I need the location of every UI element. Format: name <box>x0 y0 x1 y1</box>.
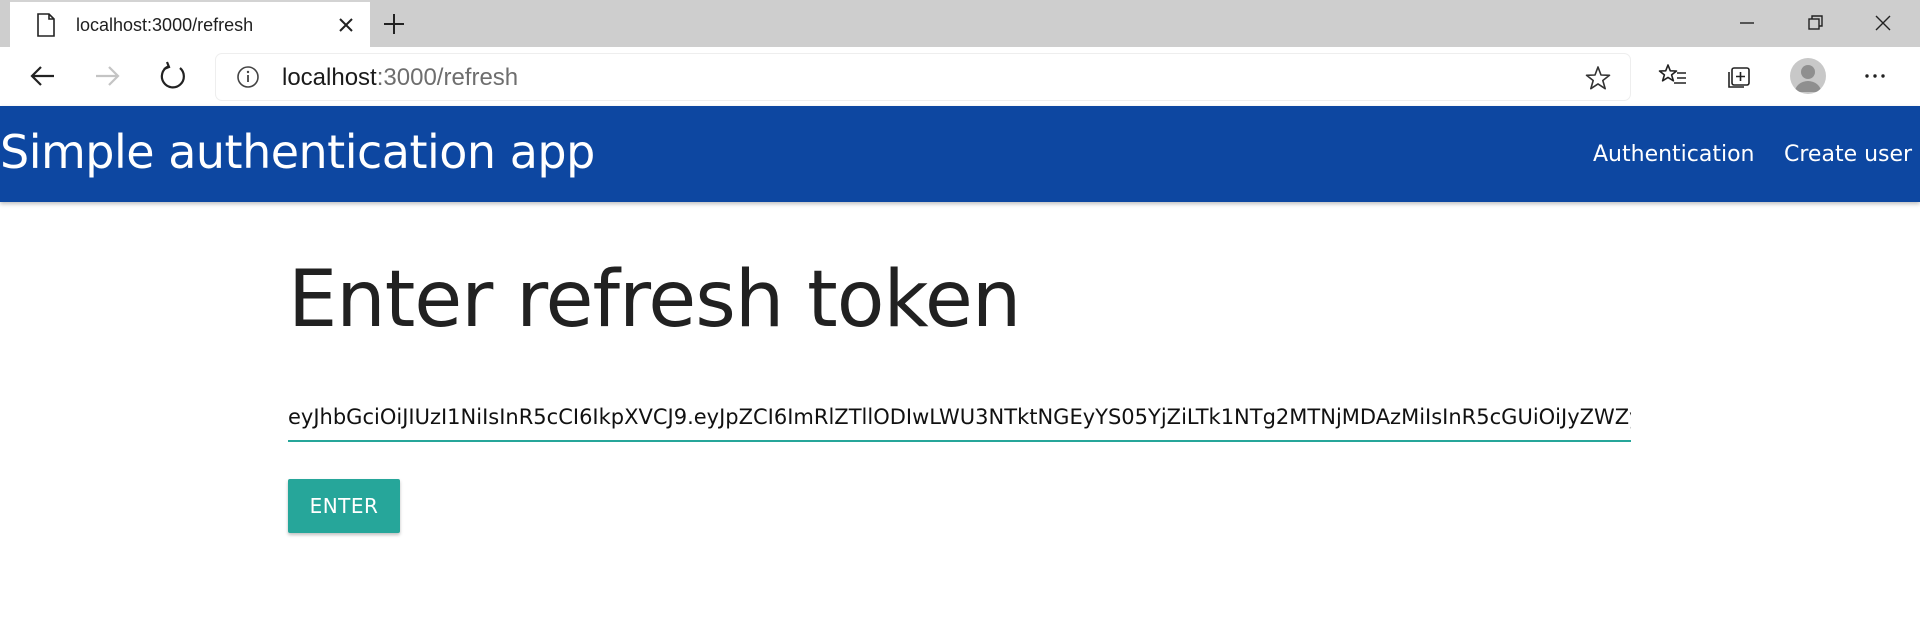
minimize-icon[interactable] <box>1732 8 1762 38</box>
enter-button[interactable]: ENTER <box>288 479 400 533</box>
browser-tabstrip: localhost:3000/refresh <box>0 0 1920 47</box>
nav-create-user-link[interactable]: Create user <box>1784 142 1912 167</box>
collections-icon[interactable] <box>1722 59 1756 93</box>
address-bar[interactable]: localhost:3000/refresh <box>216 54 1630 100</box>
window-close-icon[interactable] <box>1868 8 1898 38</box>
refresh-icon[interactable] <box>156 59 190 93</box>
plus-icon[interactable] <box>380 10 408 38</box>
star-icon[interactable] <box>1584 64 1612 92</box>
favorites-icon[interactable] <box>1656 59 1690 93</box>
address-host: localhost <box>282 64 377 91</box>
nav-authentication-link[interactable]: Authentication <box>1593 142 1755 167</box>
refresh-token-input[interactable] <box>288 394 1631 442</box>
tab-title: localhost:3000/refresh <box>76 15 254 35</box>
app-navbar: Simple authentication app Authentication… <box>0 106 1920 202</box>
app-title[interactable]: Simple authentication app <box>0 125 595 179</box>
browser-tab[interactable]: localhost:3000/refresh <box>10 0 370 47</box>
more-icon[interactable] <box>1858 59 1892 93</box>
back-arrow-icon[interactable] <box>26 59 60 93</box>
page-title: Enter refresh token <box>288 255 1021 345</box>
restore-icon[interactable] <box>1800 8 1830 38</box>
avatar[interactable] <box>1790 58 1826 94</box>
document-icon <box>37 13 55 37</box>
address-path: :3000/refresh <box>376 64 519 91</box>
forward-arrow-icon[interactable] <box>90 59 124 93</box>
info-icon[interactable] <box>236 65 260 89</box>
address-text[interactable]: localhost:3000/refresh <box>282 64 518 92</box>
close-icon[interactable] <box>335 14 357 36</box>
browser-toolbar: localhost:3000/refresh <box>0 47 1920 106</box>
profile-icon <box>1795 65 1821 92</box>
